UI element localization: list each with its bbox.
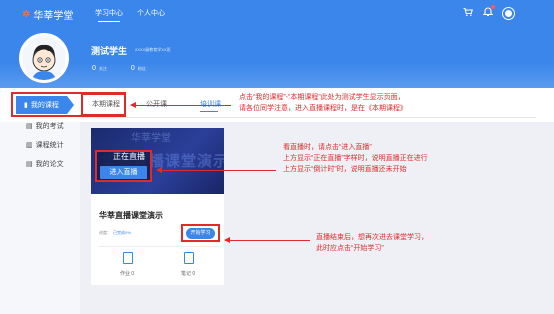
highlight-start-study-box xyxy=(181,224,220,242)
homework-text: 作业 xyxy=(120,271,131,277)
progress-label: 进度： xyxy=(99,230,111,235)
homework-label: 作业 0 xyxy=(120,270,134,277)
cart-icon[interactable] xyxy=(463,7,473,20)
sidebar-item-label: 课程统计 xyxy=(35,142,64,149)
logo-mark-icon: ✲ xyxy=(22,9,31,20)
bar-chart-icon: ▥ xyxy=(26,142,33,149)
progress-value: 已完成0% xyxy=(113,230,131,235)
sidebar-item-label: 我的考试 xyxy=(35,123,64,130)
sidebar-item-my-exams[interactable]: ▤ 我的考试 xyxy=(26,121,64,131)
arrow-to-live xyxy=(156,167,276,173)
course-title[interactable]: 华莘直播课堂演示 xyxy=(99,210,163,221)
annotation-study: 直播结束后，想再次进去课堂学习， 此时应点击“开始学习” xyxy=(316,232,428,254)
notes-text: 笔记 xyxy=(181,271,192,277)
stat-fans-value: 0 xyxy=(130,65,135,72)
card-divider xyxy=(98,246,218,247)
user-avatar-small[interactable] xyxy=(503,7,514,19)
nav-personal-center[interactable]: 个人中心 xyxy=(137,8,165,22)
arrow-to-tabs xyxy=(130,102,231,108)
avatar xyxy=(19,33,69,83)
homework-count: 0 xyxy=(131,271,135,277)
exam-icon: ▤ xyxy=(26,123,33,130)
sidebar xyxy=(0,122,80,314)
stat-following-label: 关注 xyxy=(98,66,107,71)
annotation-line: 上方显示“倒计时”时，说明直播还未开始 xyxy=(283,166,407,173)
header-icons xyxy=(463,5,514,20)
bell-icon[interactable] xyxy=(482,5,495,20)
document-icon: ▤ xyxy=(26,161,33,168)
notification-dot xyxy=(491,5,495,9)
annotation-line: 直播结束后，想再次进去课堂学习， xyxy=(316,234,428,241)
notes-count: 0 xyxy=(192,271,196,277)
annotation-line: 看直播时，请点击“进入直播” xyxy=(283,144,372,151)
tab-open-courses[interactable]: 公开课 xyxy=(146,99,200,109)
tab-divider xyxy=(82,117,536,118)
nav-learning-center[interactable]: 学习中心 xyxy=(95,8,123,22)
sidebar-item-my-thesis[interactable]: ▤ 我的论文 xyxy=(26,159,64,169)
arrow-to-study xyxy=(224,237,310,243)
user-name: 测试学生 xyxy=(91,46,128,56)
top-nav: 学习中心 个人中心 xyxy=(95,8,165,22)
annotation-live: 看直播时，请点击“进入直播” 上方显示“正在直播”字样时，说明直播正在进行 上方… xyxy=(283,142,428,175)
annotation-line: 点击“我的课程”-“本期课程”此处为测试学生显示页面， xyxy=(239,94,405,101)
logo-text: 华莘学堂 xyxy=(33,11,74,22)
annotation-course-tab: 点击“我的课程”-“本期课程”此处为测试学生显示页面， 请各位同学注意，进入直播… xyxy=(239,92,407,114)
cover-watermark-text: 华莘学堂 xyxy=(131,133,171,144)
annotation-line: 请各位同学注意，进入直播课程时，是在《本期课程》 xyxy=(239,105,407,112)
annotation-line: 此时应点击“开始学习” xyxy=(316,245,384,252)
sidebar-item-label: 我的论文 xyxy=(35,161,64,168)
stat-following-value: 0 xyxy=(92,65,96,72)
enter-live-button[interactable]: 进入直播 xyxy=(100,166,147,179)
user-stats: 0 关注 0 粉丝 xyxy=(92,65,146,72)
notes-icon[interactable] xyxy=(184,252,194,264)
header-fade xyxy=(0,62,554,88)
notes-label: 笔记 0 xyxy=(181,270,195,277)
live-status-label: 正在直播 xyxy=(113,152,145,161)
course-progress: 进度： 已完成0% xyxy=(99,230,131,236)
logo[interactable]: ✲ 华莘学堂 xyxy=(22,7,73,22)
user-class: 2XXX级教育学XX班 xyxy=(135,47,171,52)
homework-icon[interactable] xyxy=(123,252,133,264)
stat-fans[interactable]: 0 粉丝 xyxy=(131,65,146,72)
sidebar-item-course-stats[interactable]: ▥ 课程统计 xyxy=(26,140,64,150)
highlight-current-courses-box xyxy=(81,93,126,116)
stat-following[interactable]: 0 关注 xyxy=(92,65,107,72)
annotation-line: 上方显示“正在直播”字样时，说明直播正在进行 xyxy=(283,155,428,162)
stat-fans-label: 粉丝 xyxy=(137,66,146,71)
